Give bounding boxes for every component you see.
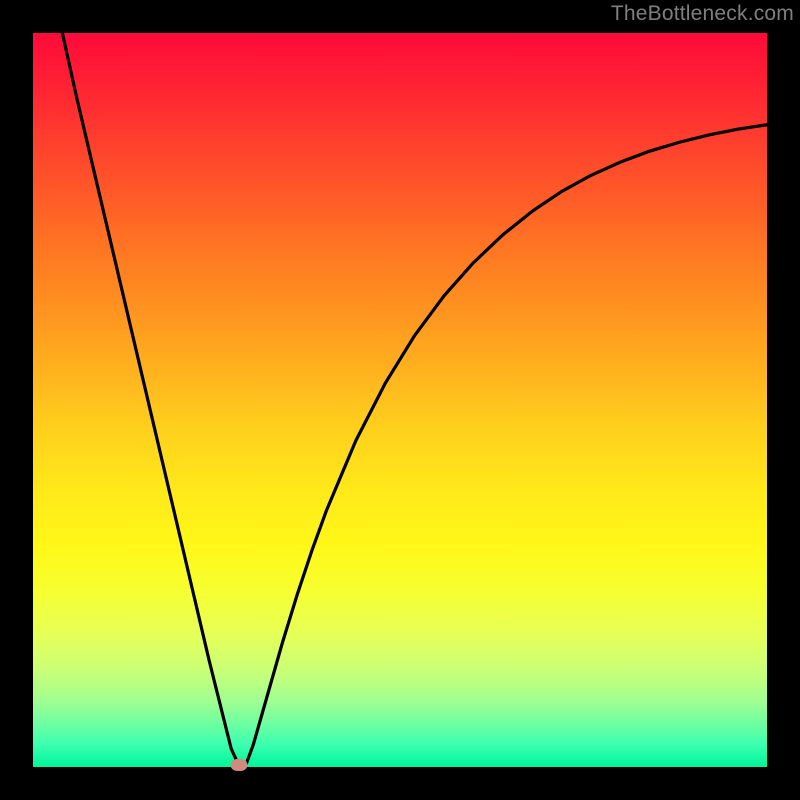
plot-area [33,33,767,767]
bottleneck-curve [33,33,767,767]
chart-frame: TheBottleneck.com [0,0,800,800]
attribution-text: TheBottleneck.com [611,2,794,26]
minimum-marker [230,759,247,771]
